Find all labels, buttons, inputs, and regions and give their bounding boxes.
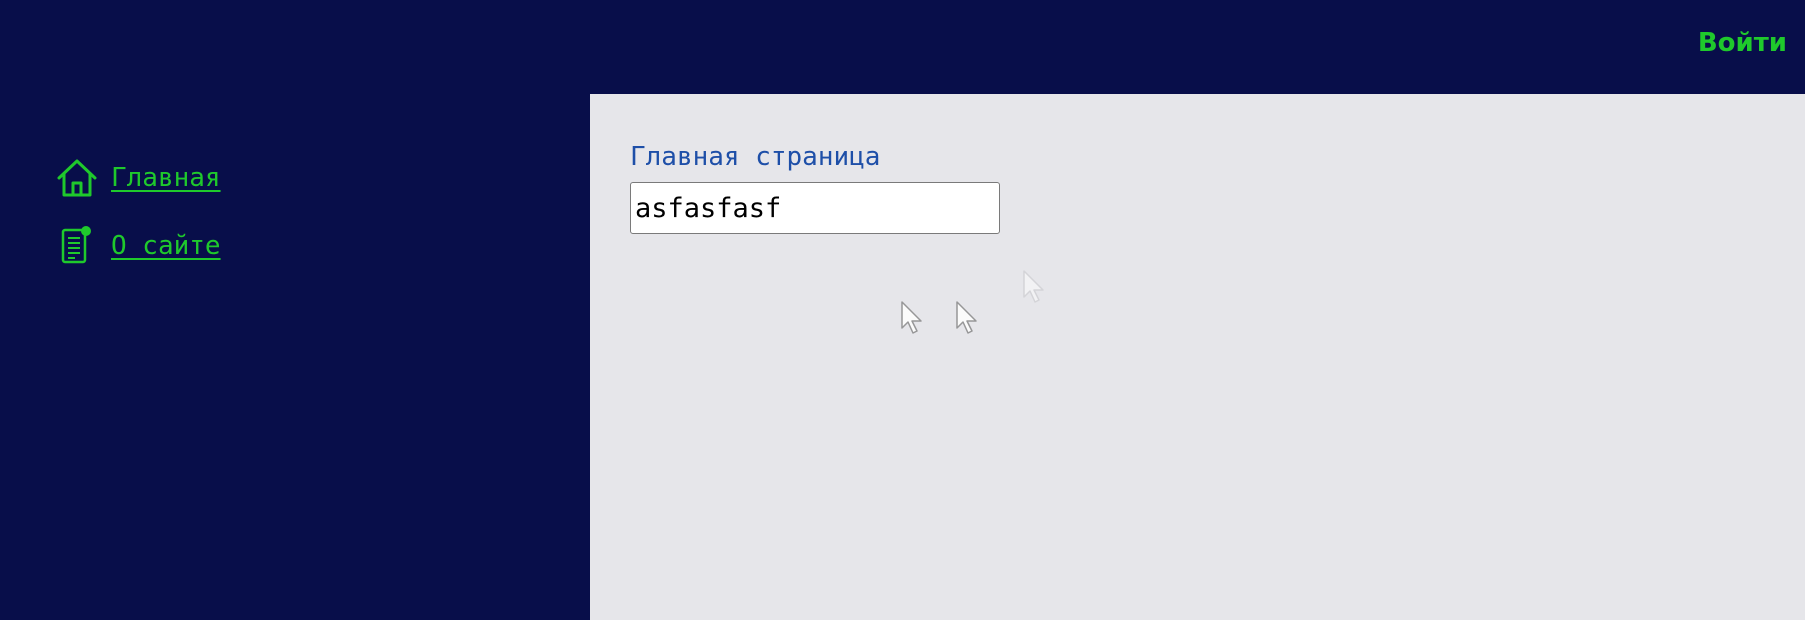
sidebar-item-about-label: О сайте — [111, 231, 221, 261]
mouse-cursor-icon — [1023, 270, 1044, 303]
sidebar-item-home-label: Главная — [111, 163, 221, 193]
app-window: Войти Главная О сайте Главная страница a… — [0, 0, 1805, 620]
main-content: Главная страница — [590, 94, 1805, 620]
text-input[interactable] — [630, 182, 1000, 234]
sidebar-item-home[interactable]: Главная — [55, 156, 221, 200]
sidebar-item-about[interactable]: О сайте — [55, 224, 221, 268]
login-link[interactable]: Войти — [1698, 28, 1787, 58]
sidebar: Главная О сайте — [0, 94, 590, 620]
mouse-cursor-icon — [901, 301, 922, 334]
home-icon — [55, 156, 99, 200]
page-title: Главная страница — [630, 142, 881, 172]
mouse-cursor-icon — [956, 301, 977, 334]
document-icon — [55, 224, 99, 268]
